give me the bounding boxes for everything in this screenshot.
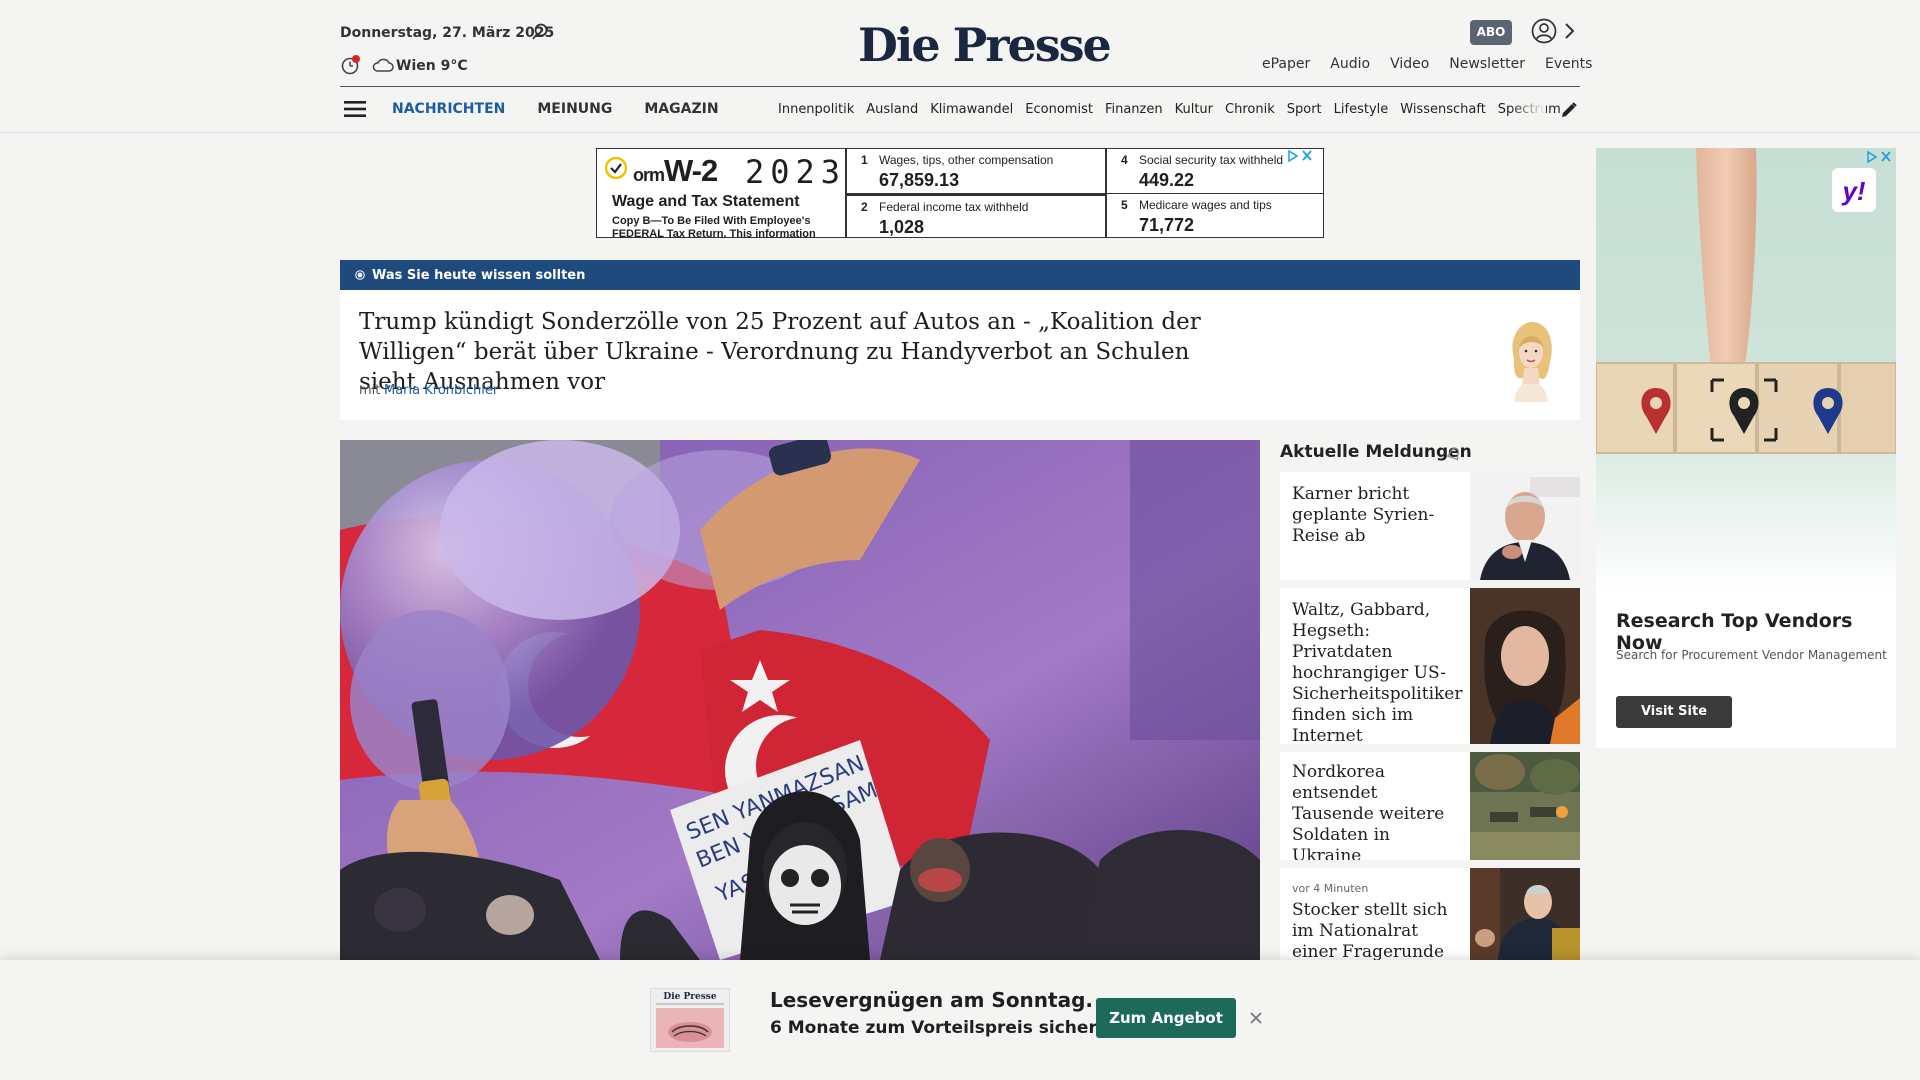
- w2-cell-5: 5 Medicare wages and tips 71,772: [1107, 194, 1323, 236]
- search-icon[interactable]: [530, 22, 550, 42]
- w2-subtitle-line2: FEDERAL Tax Return. This information: [612, 228, 816, 237]
- nav-sport[interactable]: Sport: [1287, 102, 1322, 117]
- weather-label[interactable]: Wien 9°C: [396, 58, 468, 74]
- side-ad[interactable]: y! Research Top Vendors Now Search for P…: [1596, 148, 1896, 748]
- news-item[interactable]: vor 4 Minuten Stocker stellt sich im Nat…: [1280, 868, 1580, 960]
- nav-lifestyle[interactable]: Lifestyle: [1334, 102, 1389, 117]
- nav-nachrichten[interactable]: NACHRICHTEN: [392, 101, 505, 117]
- w2-form-header: ormW-2 2023 Wage and Tax Statement Copy …: [597, 149, 847, 237]
- nav-kultur[interactable]: Kultur: [1175, 102, 1213, 117]
- site-logo[interactable]: Die Presse: [858, 18, 1112, 72]
- adchoices-icon[interactable]: [1287, 149, 1313, 163]
- w2-subtitle: Copy B—To Be Filed With Employee's FEDER…: [612, 215, 816, 237]
- close-icon[interactable]: [1248, 1010, 1264, 1026]
- briefing-author-link[interactable]: Maria Kronbichler: [384, 383, 498, 398]
- ad-image-map-pins[interactable]: y!: [1596, 148, 1896, 593]
- newspaper-thumbnail: Die Presse: [650, 988, 730, 1052]
- briefing-label: Was Sie heute wissen sollten: [372, 268, 586, 283]
- w2-cell-value: 67,859.13: [879, 170, 960, 190]
- nav-magazin[interactable]: MAGAZIN: [644, 101, 718, 117]
- nav-economist[interactable]: Economist: [1025, 102, 1093, 117]
- author-avatar: [1512, 322, 1552, 402]
- newspaper-thumb-logo: Die Presse: [663, 992, 716, 1002]
- news-item[interactable]: Waltz, Gabbard, Hegseth: Privatdaten hoc…: [1280, 588, 1580, 744]
- briefing-dot-icon: [355, 270, 365, 280]
- w2-cell-label: Medicare wages and tips: [1139, 198, 1272, 212]
- nav-klimawandel[interactable]: Klimawandel: [930, 102, 1013, 117]
- nav-wissenschaft[interactable]: Wissenschaft: [1400, 102, 1486, 117]
- hamburger-menu-icon[interactable]: [344, 100, 366, 118]
- w2-year: 2023: [745, 153, 847, 191]
- section-nav: Innenpolitik Ausland Klimawandel Economi…: [778, 102, 1561, 117]
- nav-ausland[interactable]: Ausland: [866, 102, 918, 117]
- link-events[interactable]: Events: [1545, 56, 1592, 72]
- current-date: Donnerstag, 27. März 2025: [340, 25, 555, 41]
- bell-icon[interactable]: [1446, 446, 1462, 462]
- promo-headline: Lesevergnügen am Sonntag.: [770, 988, 1094, 1012]
- adchoices-icon[interactable]: [1866, 150, 1892, 164]
- nav-chronik[interactable]: Chronik: [1225, 102, 1275, 117]
- link-epaper[interactable]: ePaper: [1262, 56, 1310, 72]
- news-thumbnail[interactable]: [1470, 752, 1580, 860]
- side-ad-subtitle: Search for Procurement Vendor Management: [1616, 648, 1887, 662]
- w2-cell-number: 1: [861, 153, 868, 167]
- top-banner-ad[interactable]: ormW-2 2023 Wage and Tax Statement Copy …: [596, 148, 1324, 238]
- zum-angebot-button[interactable]: Zum Angebot: [1096, 998, 1236, 1038]
- link-audio[interactable]: Audio: [1330, 56, 1370, 72]
- link-newsletter[interactable]: Newsletter: [1449, 56, 1525, 72]
- hero-image[interactable]: SEN YANMAZSAN BEN YANMAZSAM YASIL: [340, 440, 1260, 960]
- abo-button[interactable]: ABO: [1470, 20, 1512, 45]
- cloud-icon: [372, 58, 394, 72]
- news-section-title[interactable]: Aktuelle Meldungen: [1280, 442, 1472, 462]
- nav-finanzen[interactable]: Finanzen: [1105, 102, 1163, 117]
- clock-icon[interactable]: [340, 55, 360, 75]
- w2-form-prefix: orm: [633, 165, 665, 185]
- briefing-author-prefix: mit: [359, 383, 381, 398]
- pencil-icon[interactable]: [1560, 101, 1578, 119]
- w2-cell-number: 5: [1121, 198, 1128, 212]
- news-item[interactable]: Nordkorea entsendet Tausende weitere Sol…: [1280, 752, 1580, 860]
- main-nav: NACHRICHTEN MEINUNG MAGAZIN: [392, 101, 719, 117]
- w2-cell-label: Social security tax withheld: [1139, 153, 1284, 167]
- top-links: ePaper Audio Video Newsletter Events: [1262, 56, 1592, 72]
- w2-cell-label: Wages, tips, other compensation: [879, 153, 1054, 167]
- chevron-right-icon[interactable]: [1563, 22, 1575, 40]
- news-item-title[interactable]: Nordkorea entsendet Tausende weitere Sol…: [1292, 762, 1464, 860]
- nav-innenpolitik[interactable]: Innenpolitik: [778, 102, 854, 117]
- user-icon[interactable]: [1531, 18, 1557, 44]
- promo-subline: 6 Monate zum Vorteilspreis sichern.: [770, 1018, 1116, 1038]
- news-item-timestamp: vor 4 Minuten: [1292, 882, 1369, 895]
- nav-meinung[interactable]: MEINUNG: [537, 101, 612, 117]
- news-thumbnail[interactable]: [1470, 472, 1580, 580]
- link-video[interactable]: Video: [1390, 56, 1429, 72]
- news-thumbnail[interactable]: [1470, 868, 1580, 960]
- w2-cell-label: Federal income tax withheld: [879, 200, 1029, 214]
- header-divider: [340, 86, 1580, 87]
- w2-form-title: ormW-2: [633, 153, 718, 189]
- w2-statement-title: Wage and Tax Statement: [612, 193, 800, 210]
- news-item[interactable]: Karner bricht geplante Syrien-Reise ab: [1280, 472, 1580, 580]
- w2-subtitle-line1: Copy B—To Be Filed With Employee's: [612, 215, 811, 227]
- news-thumbnail[interactable]: [1470, 588, 1580, 744]
- w2-cell-2: 2 Federal income tax withheld 1,028: [847, 194, 1107, 238]
- news-item-title[interactable]: Karner bricht geplante Syrien-Reise ab: [1292, 484, 1464, 547]
- yahoo-logo: y!: [1840, 176, 1865, 206]
- visit-site-button[interactable]: Visit Site: [1616, 696, 1732, 728]
- w2-form-number: W-2: [664, 153, 718, 188]
- checkmark-badge-icon: [605, 157, 627, 179]
- news-item-title[interactable]: Waltz, Gabbard, Hegseth: Privatdaten hoc…: [1292, 600, 1464, 744]
- w2-cell-value: 449.22: [1139, 170, 1195, 190]
- w2-cell-number: 4: [1121, 153, 1128, 167]
- nav-fade: [1510, 98, 1546, 122]
- w2-cell-value: 1,028: [879, 217, 925, 237]
- w2-cell-number: 2: [861, 200, 868, 214]
- w2-cell-value: 71,772: [1139, 215, 1195, 235]
- w2-cell-1: 1 Wages, tips, other compensation 67,859…: [847, 149, 1107, 194]
- news-item-title[interactable]: Stocker stellt sich im Nationalrat einer…: [1292, 900, 1464, 960]
